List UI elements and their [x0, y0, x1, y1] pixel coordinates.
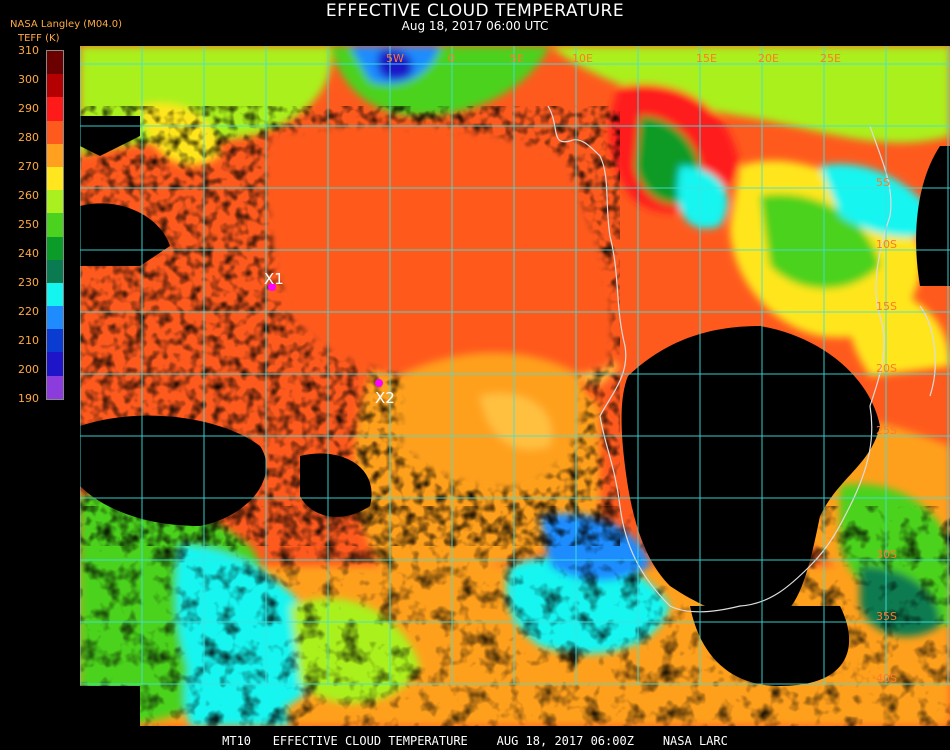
marker-x2-dot[interactable] [375, 379, 383, 387]
color-scale-swatch [47, 190, 63, 214]
color-scale-swatch [47, 352, 63, 376]
color-scale-swatch [47, 120, 63, 144]
lon-label: 10E [572, 52, 593, 65]
legend-label: 200 [18, 363, 39, 376]
legend-label: 220 [18, 305, 39, 318]
color-scale-swatch [47, 282, 63, 307]
color-scale-swatch [47, 236, 63, 260]
lon-label: 25E [820, 52, 841, 65]
color-scale-swatch [47, 51, 63, 75]
lon-label: 0 [448, 52, 455, 65]
map-footer: MT10 EFFECTIVE CLOUD TEMPERATURE AUG 18,… [222, 734, 728, 748]
legend-label: 210 [18, 334, 39, 347]
color-scale-swatch [47, 97, 63, 121]
legend-label: 280 [18, 131, 39, 144]
color-scale-bar [46, 50, 64, 400]
color-scale-swatch [47, 166, 63, 191]
lat-label: 25S [876, 424, 897, 437]
color-scale-swatch [47, 74, 63, 98]
lat-label: 30S [876, 548, 897, 561]
legend-label: 270 [18, 160, 39, 173]
color-scale-swatch [47, 306, 63, 330]
lat-label: 5S [876, 176, 890, 189]
legend-label: 230 [18, 276, 39, 289]
map-subtitle: Aug 18, 2017 06:00 UTC [401, 19, 549, 33]
map-title: EFFECTIVE CLOUD TEMPERATURE [325, 1, 625, 21]
color-scale-swatch [47, 143, 63, 167]
legend-label: 250 [18, 218, 39, 231]
color-scale-swatch [47, 259, 63, 283]
lat-label: 40S [876, 672, 897, 685]
legend-label: 300 [18, 73, 39, 86]
color-scale-swatch [47, 329, 63, 353]
marker-x1-label: X1 [264, 270, 284, 288]
legend-label: 240 [18, 247, 39, 260]
agency-label: NASA Langley (M04.0) [10, 19, 122, 30]
units-label: TEFF (K) [18, 33, 60, 44]
cloud-temperature-map[interactable]: 5S 10S 15S 20S 25S 30S 35S 40S 5W 0 5E 1… [80, 46, 950, 726]
lat-label: 35S [876, 610, 897, 623]
color-scale-swatch [47, 375, 63, 399]
legend-label: 310 [18, 44, 39, 57]
broken-cloud-texture-south [80, 506, 950, 726]
lon-label: 20E [758, 52, 779, 65]
lat-label: 15S [876, 300, 897, 313]
lat-label: 10S [876, 238, 897, 251]
color-scale-swatch [47, 213, 63, 237]
lon-label: 15E [696, 52, 717, 65]
marker-x2-label: X2 [375, 389, 395, 407]
lon-label: 5E [510, 52, 524, 65]
lon-label: 5W [386, 52, 404, 65]
lat-label: 20S [876, 362, 897, 375]
legend-label: 260 [18, 189, 39, 202]
legend-label: 290 [18, 102, 39, 115]
legend-label: 190 [18, 392, 39, 405]
marker-x1[interactable]: X1 [264, 270, 284, 291]
